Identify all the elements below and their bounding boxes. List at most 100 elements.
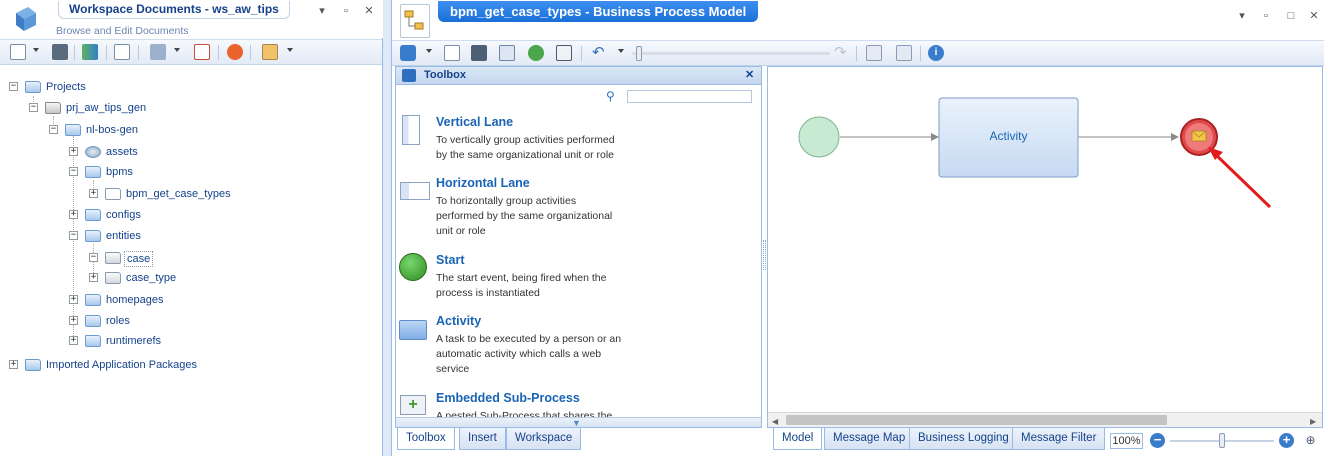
tree-item-case-type[interactable]: + case_type [0, 269, 380, 287]
zoom-in-icon[interactable]: + [1279, 433, 1294, 448]
expand-icon[interactable]: + [9, 360, 18, 369]
collapse-icon[interactable]: − [9, 82, 18, 91]
expand-all-icon[interactable] [866, 45, 882, 61]
toolbox-search-input[interactable] [627, 90, 752, 103]
horizontal-scrollbar[interactable]: ◀ ▶ [768, 412, 1322, 427]
folder-open-icon [85, 230, 101, 242]
undo-icon[interactable]: ↶ [592, 45, 608, 61]
history-slider-track[interactable] [632, 52, 830, 55]
splitter-handle[interactable] [763, 240, 766, 270]
preview-icon[interactable] [556, 45, 572, 61]
tab-insert[interactable]: Insert [459, 428, 506, 450]
zoom-slider-thumb[interactable] [1219, 433, 1225, 448]
start-event-icon [399, 253, 427, 281]
tool-vertical-lane[interactable]: Vertical Lane To vertically group activi… [396, 115, 756, 175]
gear-icon [85, 146, 101, 158]
collapse-icon[interactable]: − [69, 231, 78, 240]
bpm-menu-dropdown-icon[interactable] [426, 49, 432, 53]
editor-toolbar: ↶ ↷ i [392, 40, 1324, 66]
tree-item-bpm-model[interactable]: + bpm_get_case_types [0, 185, 380, 203]
info-icon[interactable]: i [928, 45, 944, 61]
properties-icon[interactable] [114, 44, 130, 60]
tab-business-logging[interactable]: Business Logging [909, 428, 1018, 450]
expand-icon[interactable]: + [89, 273, 98, 282]
tool-horizontal-lane[interactable]: Horizontal Lane To horizontally group ac… [396, 176, 756, 252]
redo-icon[interactable]: ↷ [834, 45, 850, 61]
refresh-icon[interactable] [528, 45, 544, 61]
expand-icon[interactable]: + [69, 210, 78, 219]
workspace-toolbar [0, 39, 382, 65]
save-all-icon[interactable] [52, 44, 68, 60]
expand-icon[interactable]: + [69, 336, 78, 345]
tool-start[interactable]: Start The start event, being fired when … [396, 253, 756, 313]
tab-toolbox[interactable]: Toolbox [397, 428, 455, 450]
bpm-menu-icon[interactable] [400, 45, 416, 61]
collapse-icon[interactable]: − [89, 253, 98, 262]
collapse-icon[interactable]: − [29, 103, 38, 112]
tree-item-configs[interactable]: + configs [0, 206, 380, 224]
minimize-icon[interactable]: ▾ [1236, 10, 1248, 22]
start-event[interactable] [798, 116, 840, 158]
binoculars-icon[interactable]: ⚲ [606, 89, 622, 103]
bpm-document-icon [105, 188, 121, 200]
workspace-title: Workspace Documents - ws_aw_tips [58, 1, 290, 19]
undo-dropdown-icon[interactable] [618, 49, 624, 53]
folder-icon [85, 335, 101, 347]
tree-item-runtimerefs[interactable]: + runtimerefs [0, 332, 380, 350]
workspace-header: Workspace Documents - ws_aw_tips Browse … [0, 0, 383, 38]
tree-item-imported[interactable]: + Imported Application Packages [0, 356, 380, 374]
close-icon[interactable]: ✕ [363, 5, 375, 17]
export-icon[interactable] [499, 45, 515, 61]
tree-item-roles[interactable]: + roles [0, 312, 380, 330]
close-icon[interactable]: ✕ [745, 67, 754, 84]
tree-label: bpms [106, 166, 133, 178]
import-icon[interactable] [194, 44, 210, 60]
collapse-all-icon[interactable] [896, 45, 912, 61]
activity-icon [399, 320, 427, 340]
zoom-level: 100% [1110, 433, 1143, 449]
tab-message-map[interactable]: Message Map [824, 428, 915, 450]
minimize-icon[interactable]: ▾ [316, 5, 328, 17]
edit-icon[interactable] [262, 44, 278, 60]
sync-icon[interactable] [82, 44, 98, 60]
collapse-icon[interactable]: − [49, 125, 58, 134]
maximize-icon[interactable]: □ [1285, 10, 1297, 22]
process-canvas[interactable]: Activity ◀ ▶ [767, 66, 1323, 428]
tree-item-entities[interactable]: − entities [0, 227, 380, 245]
tree-item-projects[interactable]: − Projects [0, 78, 380, 96]
scroll-thumb[interactable] [786, 415, 1167, 425]
fit-to-screen-icon[interactable]: ⊕ [1303, 433, 1318, 448]
new-document-icon[interactable] [10, 44, 26, 60]
workspace-logo-icon [16, 7, 36, 31]
tab-model[interactable]: Model [773, 428, 823, 450]
expand-icon[interactable]: + [89, 189, 98, 198]
expand-icon[interactable]: + [69, 147, 78, 156]
tab-workspace[interactable]: Workspace [506, 428, 582, 450]
restore-icon[interactable]: ▫ [1260, 10, 1272, 22]
tree-item-package[interactable]: − nl-bos-gen [0, 121, 380, 139]
toolbox-scroll-down[interactable]: ▼ [396, 417, 761, 427]
edit-dropdown-icon[interactable] [287, 48, 293, 52]
tree-item-case[interactable]: − case [0, 249, 380, 267]
collapse-icon[interactable]: − [69, 167, 78, 176]
expand-icon[interactable]: + [69, 316, 78, 325]
history-slider-thumb[interactable] [636, 46, 642, 61]
tree-item-assets[interactable]: + assets [0, 143, 380, 161]
tree-label: configs [106, 209, 141, 221]
close-icon[interactable]: ✕ [1308, 10, 1320, 22]
expand-icon[interactable]: + [69, 295, 78, 304]
tab-message-filter[interactable]: Message Filter [1012, 428, 1106, 450]
save-icon[interactable] [471, 45, 487, 61]
new-icon[interactable] [444, 45, 460, 61]
stop-icon[interactable] [227, 44, 243, 60]
publish-icon[interactable] [150, 44, 166, 60]
publish-dropdown-icon[interactable] [174, 48, 180, 52]
new-dropdown-icon[interactable] [33, 48, 39, 52]
folder-open-icon [85, 166, 101, 178]
tree-item-homepages[interactable]: + homepages [0, 291, 380, 309]
tree-item-bpms[interactable]: − bpms [0, 163, 380, 181]
tree-item-project[interactable]: − prj_aw_tips_gen [0, 99, 380, 117]
restore-icon[interactable]: ▫ [340, 5, 352, 17]
zoom-out-icon[interactable]: − [1150, 433, 1165, 448]
tool-activity[interactable]: Activity A task to be executed by a pers… [396, 314, 756, 390]
